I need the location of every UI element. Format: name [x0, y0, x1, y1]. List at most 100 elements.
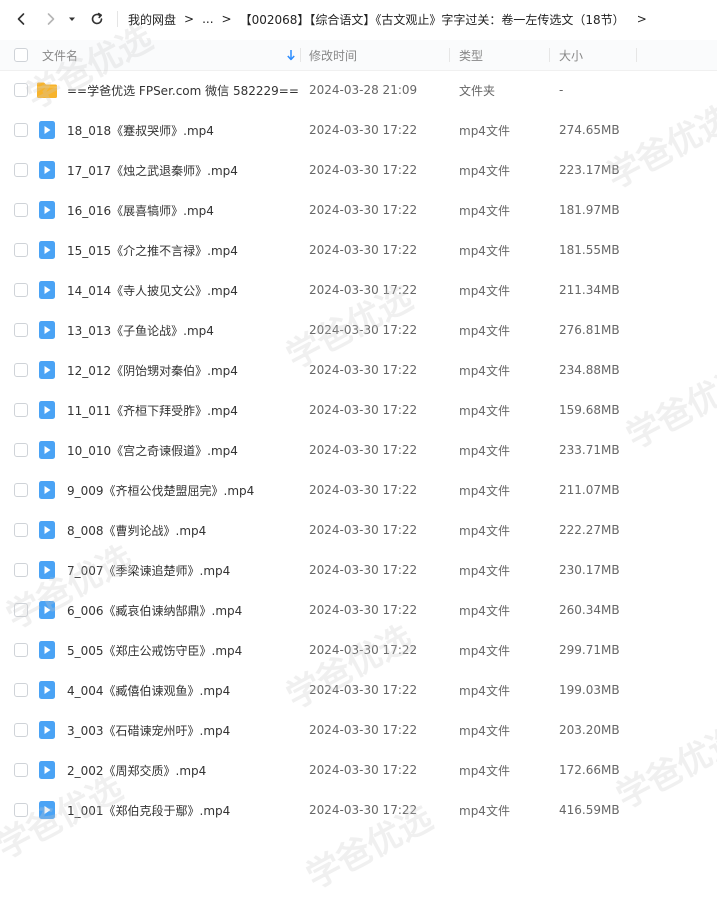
video-file-icon [36, 521, 58, 539]
file-modified: 2024-03-30 17:22 [309, 803, 418, 817]
file-size: - [559, 83, 564, 97]
row-checkbox[interactable] [14, 723, 28, 737]
row-checkbox[interactable] [14, 323, 28, 337]
file-row[interactable]: 18_018《蹇叔哭师》.mp4 2024-03-30 17:22 mp4文件 274… [0, 110, 717, 150]
video-file-icon [36, 761, 58, 779]
file-name[interactable]: 6_006《臧哀伯谏纳郜鼎》.mp4 [67, 590, 242, 630]
file-row[interactable]: 10_010《宫之奇谏假道》.mp4 2024-03-30 17:22 mp4文件 2… [0, 430, 717, 470]
row-checkbox[interactable] [14, 443, 28, 457]
file-row[interactable]: 16_016《展喜犒师》.mp4 2024-03-30 17:22 mp4文件 181… [0, 190, 717, 230]
file-name[interactable]: 11_011《齐桓下拜受胙》.mp4 [67, 390, 238, 430]
file-name[interactable]: 17_017《烛之武退秦师》.mp4 [67, 150, 238, 190]
file-modified: 2024-03-30 17:22 [309, 243, 418, 257]
video-file-icon [36, 721, 58, 739]
file-row[interactable]: 9_009《齐桓公伐楚盟屈完》.mp4 2024-03-30 17:22 mp4文件… [0, 470, 717, 510]
file-row[interactable]: 17_017《烛之武退秦师》.mp4 2024-03-30 17:22 mp4文件 2… [0, 150, 717, 190]
row-checkbox[interactable] [14, 123, 28, 137]
row-checkbox[interactable] [14, 403, 28, 417]
file-name[interactable]: ==学爸优选 FPSer.com 微信 582229== [67, 70, 299, 110]
file-name[interactable]: 9_009《齐桓公伐楚盟屈完》.mp4 [67, 470, 254, 510]
file-type: mp4文件 [459, 603, 510, 618]
chevron-left-icon [17, 13, 25, 25]
history-dropdown-button[interactable] [65, 8, 79, 30]
file-modified: 2024-03-30 17:22 [309, 163, 418, 177]
file-row[interactable]: 6_006《臧哀伯谏纳郜鼎》.mp4 2024-03-30 17:22 mp4文件 2… [0, 590, 717, 630]
breadcrumb-root[interactable]: 我的网盘 [128, 11, 176, 28]
file-name[interactable]: 3_003《石碏谏宠州吁》.mp4 [67, 710, 230, 750]
refresh-button[interactable] [86, 8, 108, 30]
column-divider[interactable] [300, 48, 301, 62]
file-name[interactable]: 8_008《曹刿论战》.mp4 [67, 510, 206, 550]
row-checkbox[interactable] [14, 243, 28, 257]
row-checkbox[interactable] [14, 203, 28, 217]
file-type: mp4文件 [459, 363, 510, 378]
file-modified: 2024-03-30 17:22 [309, 483, 418, 497]
file-name[interactable]: 2_002《周郑交质》.mp4 [67, 750, 206, 790]
row-checkbox[interactable] [14, 603, 28, 617]
file-row[interactable]: 1_001《郑伯克段于鄢》.mp4 2024-03-30 17:22 mp4文件 41… [0, 790, 717, 830]
breadcrumb-more-icon[interactable]: > [637, 12, 647, 26]
row-checkbox[interactable] [14, 163, 28, 177]
row-checkbox[interactable] [14, 363, 28, 377]
file-row[interactable]: 11_011《齐桓下拜受胙》.mp4 2024-03-30 17:22 mp4文件 1… [0, 390, 717, 430]
column-header-size[interactable]: 大小 [559, 40, 583, 70]
row-checkbox[interactable] [14, 803, 28, 817]
file-size: 223.17MB [559, 163, 620, 177]
sort-descending-icon[interactable] [286, 40, 296, 70]
file-type: mp4文件 [459, 163, 510, 178]
file-name[interactable]: 1_001《郑伯克段于鄢》.mp4 [67, 790, 230, 830]
file-row[interactable]: ==学爸优选 FPSer.com 微信 582229== 2024-03-28 2… [0, 70, 717, 110]
file-size: 211.34MB [559, 283, 620, 297]
file-name[interactable]: 10_010《宫之奇谏假道》.mp4 [67, 430, 238, 470]
breadcrumb-ellipsis[interactable]: ... [202, 12, 213, 26]
file-name[interactable]: 13_013《子鱼论战》.mp4 [67, 310, 214, 350]
column-divider[interactable] [449, 48, 450, 62]
file-row[interactable]: 3_003《石碏谏宠州吁》.mp4 2024-03-30 17:22 mp4文件 20… [0, 710, 717, 750]
row-checkbox[interactable] [14, 563, 28, 577]
back-button[interactable] [10, 8, 32, 30]
row-checkbox[interactable] [14, 683, 28, 697]
row-checkbox[interactable] [14, 643, 28, 657]
breadcrumb: 我的网盘 > ... > 【002068】【综合语文】《古文观止》字字过关：卷一… [128, 0, 655, 38]
video-file-icon [36, 361, 58, 379]
row-checkbox[interactable] [14, 483, 28, 497]
file-size: 181.97MB [559, 203, 620, 217]
column-header-name[interactable]: 文件名 [42, 40, 78, 70]
file-row[interactable]: 7_007《季梁谏追楚师》.mp4 2024-03-30 17:22 mp4文件 23… [0, 550, 717, 590]
forward-button[interactable] [40, 8, 62, 30]
video-file-icon [36, 481, 58, 499]
file-row[interactable]: 13_013《子鱼论战》.mp4 2024-03-30 17:22 mp4文件 276… [0, 310, 717, 350]
file-name[interactable]: 5_005《郑庄公戒饬守臣》.mp4 [67, 630, 242, 670]
file-name[interactable]: 18_018《蹇叔哭师》.mp4 [67, 110, 214, 150]
file-row[interactable]: 15_015《介之推不言禄》.mp4 2024-03-30 17:22 mp4文件 1… [0, 230, 717, 270]
file-row[interactable]: 12_012《阴饴甥对秦伯》.mp4 2024-03-30 17:22 mp4文件 2… [0, 350, 717, 390]
file-type: 文件夹 [459, 83, 496, 98]
file-name[interactable]: 15_015《介之推不言禄》.mp4 [67, 230, 238, 270]
file-type: mp4文件 [459, 243, 510, 258]
row-checkbox[interactable] [14, 763, 28, 777]
file-name[interactable]: 7_007《季梁谏追楚师》.mp4 [67, 550, 230, 590]
row-checkbox[interactable] [14, 523, 28, 537]
column-divider[interactable] [549, 48, 550, 62]
file-name[interactable]: 16_016《展喜犒师》.mp4 [67, 190, 214, 230]
select-all-checkbox[interactable] [14, 48, 28, 62]
file-type: mp4文件 [459, 443, 510, 458]
file-name[interactable]: 14_014《寺人披见文公》.mp4 [67, 270, 238, 310]
file-row[interactable]: 14_014《寺人披见文公》.mp4 2024-03-30 17:22 mp4文件 2… [0, 270, 717, 310]
file-row[interactable]: 4_004《臧僖伯谏观鱼》.mp4 2024-03-30 17:22 mp4文件 19… [0, 670, 717, 710]
column-header-type[interactable]: 类型 [459, 40, 483, 70]
column-header-modified[interactable]: 修改时间 [309, 40, 357, 70]
file-row[interactable]: 2_002《周郑交质》.mp4 2024-03-30 17:22 mp4文件 172.… [0, 750, 717, 790]
file-size: 299.71MB [559, 643, 620, 657]
column-divider[interactable] [636, 48, 637, 62]
file-row[interactable]: 5_005《郑庄公戒饬守臣》.mp4 2024-03-30 17:22 mp4文件 2… [0, 630, 717, 670]
row-checkbox[interactable] [14, 83, 28, 97]
file-name[interactable]: 12_012《阴饴甥对秦伯》.mp4 [67, 350, 238, 390]
breadcrumb-current[interactable]: 【002068】【综合语文】《古文观止》字字过关：卷一左传选文（18节） [240, 11, 625, 28]
file-type: mp4文件 [459, 283, 510, 298]
file-row[interactable]: 8_008《曹刿论战》.mp4 2024-03-30 17:22 mp4文件 222.… [0, 510, 717, 550]
file-name[interactable]: 4_004《臧僖伯谏观鱼》.mp4 [67, 670, 230, 710]
row-checkbox[interactable] [14, 283, 28, 297]
file-size: 234.88MB [559, 363, 620, 377]
video-file-icon [36, 801, 58, 819]
